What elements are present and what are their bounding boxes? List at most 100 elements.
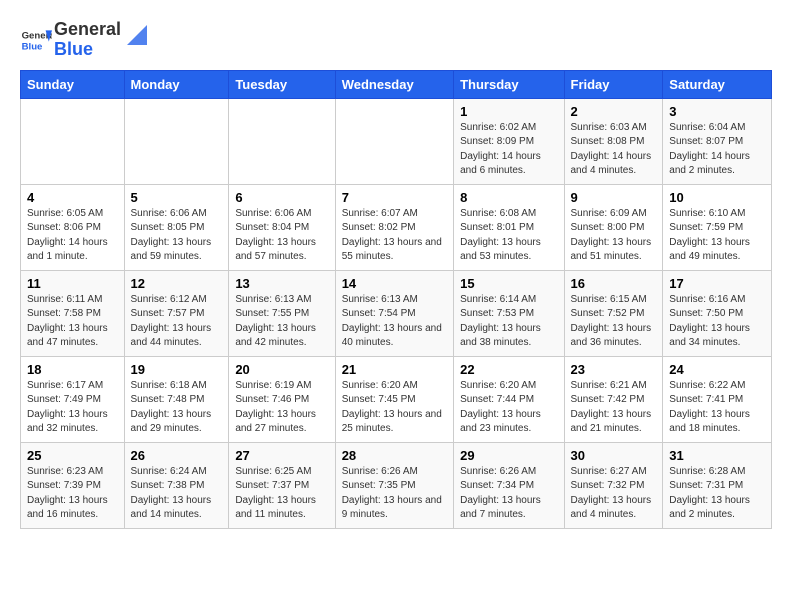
day-cell: 8 Sunrise: 6:08 AM Sunset: 8:01 PM Daylig… xyxy=(454,184,564,270)
day-number: 31 xyxy=(669,448,765,463)
day-number: 19 xyxy=(131,362,223,377)
day-info: Sunrise: 6:02 AM Sunset: 8:09 PM Dayligh… xyxy=(460,121,557,179)
day-number: 22 xyxy=(460,362,557,377)
column-header-wednesday: Wednesday xyxy=(335,70,453,98)
day-cell: 29 Sunrise: 6:26 AM Sunset: 7:34 PM Dayli… xyxy=(454,442,564,528)
day-info: Sunrise: 6:27 AM Sunset: 7:32 PM Dayligh… xyxy=(571,465,657,523)
day-number: 11 xyxy=(27,276,118,291)
day-cell: 12 Sunrise: 6:12 AM Sunset: 7:57 PM Dayli… xyxy=(124,270,229,356)
day-cell: 16Sunrise: 6:15 AM Sunset: 7:52 PM Dayli… xyxy=(564,270,663,356)
column-header-monday: Monday xyxy=(124,70,229,98)
day-info: Sunrise: 6:20 AM Sunset: 7:45 PM Dayligh… xyxy=(342,379,447,437)
column-header-saturday: Saturday xyxy=(663,70,772,98)
day-number: 24 xyxy=(669,362,765,377)
day-info: Sunrise: 6:16 AM Sunset: 7:50 PM Dayligh… xyxy=(669,293,765,351)
day-number: 4 xyxy=(27,190,118,205)
day-number: 29 xyxy=(460,448,557,463)
day-info: Sunrise: 6:18 AM Sunset: 7:48 PM Dayligh… xyxy=(131,379,223,437)
day-number: 20 xyxy=(235,362,328,377)
day-cell: 23 Sunrise: 6:21 AM Sunset: 7:42 PM Dayli… xyxy=(564,356,663,442)
day-info: Sunrise: 6:24 AM Sunset: 7:38 PM Dayligh… xyxy=(131,465,223,523)
day-info: Sunrise: 6:28 AM Sunset: 7:31 PM Dayligh… xyxy=(669,465,765,523)
day-number: 3 xyxy=(669,104,765,119)
day-cell: 25 Sunrise: 6:23 AM Sunset: 7:39 PM Dayli… xyxy=(21,442,125,528)
day-cell: 31 Sunrise: 6:28 AM Sunset: 7:31 PM Dayli… xyxy=(663,442,772,528)
logo-triangle-icon xyxy=(123,21,151,49)
day-number: 17 xyxy=(669,276,765,291)
column-header-tuesday: Tuesday xyxy=(229,70,335,98)
day-cell: 9 Sunrise: 6:09 AM Sunset: 8:00 PM Daylig… xyxy=(564,184,663,270)
day-cell: 15Sunrise: 6:14 AM Sunset: 7:53 PM Dayli… xyxy=(454,270,564,356)
day-number: 28 xyxy=(342,448,447,463)
logo-icon: General Blue xyxy=(20,24,52,56)
logo-blue: Blue xyxy=(54,40,121,60)
day-cell: 26 Sunrise: 6:24 AM Sunset: 7:38 PM Dayli… xyxy=(124,442,229,528)
day-info: Sunrise: 6:07 AM Sunset: 8:02 PM Dayligh… xyxy=(342,207,447,265)
day-info: Sunrise: 6:23 AM Sunset: 7:39 PM Dayligh… xyxy=(27,465,118,523)
calendar-table: SundayMondayTuesdayWednesdayThursdayFrid… xyxy=(20,70,772,529)
day-number: 25 xyxy=(27,448,118,463)
header-row: SundayMondayTuesdayWednesdayThursdayFrid… xyxy=(21,70,772,98)
day-cell: 5 Sunrise: 6:06 AM Sunset: 8:05 PM Daylig… xyxy=(124,184,229,270)
day-number: 6 xyxy=(235,190,328,205)
logo: General Blue General Blue xyxy=(20,20,151,60)
day-info: Sunrise: 6:03 AM Sunset: 8:08 PM Dayligh… xyxy=(571,121,657,179)
day-cell: 3 Sunrise: 6:04 AM Sunset: 8:07 PM Daylig… xyxy=(663,98,772,184)
day-info: Sunrise: 6:26 AM Sunset: 7:34 PM Dayligh… xyxy=(460,465,557,523)
day-number: 7 xyxy=(342,190,447,205)
day-cell: 30 Sunrise: 6:27 AM Sunset: 7:32 PM Dayli… xyxy=(564,442,663,528)
day-info: Sunrise: 6:13 AM Sunset: 7:54 PM Dayligh… xyxy=(342,293,447,351)
day-info: Sunrise: 6:10 AM Sunset: 7:59 PM Dayligh… xyxy=(669,207,765,265)
day-number: 12 xyxy=(131,276,223,291)
day-cell: 17 Sunrise: 6:16 AM Sunset: 7:50 PM Dayli… xyxy=(663,270,772,356)
calendar-header: SundayMondayTuesdayWednesdayThursdayFrid… xyxy=(21,70,772,98)
day-number: 2 xyxy=(571,104,657,119)
day-cell xyxy=(229,98,335,184)
day-info: Sunrise: 6:17 AM Sunset: 7:49 PM Dayligh… xyxy=(27,379,118,437)
day-info: Sunrise: 6:22 AM Sunset: 7:41 PM Dayligh… xyxy=(669,379,765,437)
day-cell: 2 Sunrise: 6:03 AM Sunset: 8:08 PM Daylig… xyxy=(564,98,663,184)
day-number: 27 xyxy=(235,448,328,463)
day-number: 13 xyxy=(235,276,328,291)
day-cell: 11 Sunrise: 6:11 AM Sunset: 7:58 PM Dayli… xyxy=(21,270,125,356)
day-info: Sunrise: 6:06 AM Sunset: 8:04 PM Dayligh… xyxy=(235,207,328,265)
day-info: Sunrise: 6:19 AM Sunset: 7:46 PM Dayligh… xyxy=(235,379,328,437)
column-header-thursday: Thursday xyxy=(454,70,564,98)
day-number: 10 xyxy=(669,190,765,205)
day-cell: 6 Sunrise: 6:06 AM Sunset: 8:04 PM Daylig… xyxy=(229,184,335,270)
day-cell: 4 Sunrise: 6:05 AM Sunset: 8:06 PM Daylig… xyxy=(21,184,125,270)
day-info: Sunrise: 6:09 AM Sunset: 8:00 PM Dayligh… xyxy=(571,207,657,265)
week-row-1: 1 Sunrise: 6:02 AM Sunset: 8:09 PM Daylig… xyxy=(21,98,772,184)
day-number: 8 xyxy=(460,190,557,205)
day-cell xyxy=(21,98,125,184)
day-info: Sunrise: 6:04 AM Sunset: 8:07 PM Dayligh… xyxy=(669,121,765,179)
day-number: 5 xyxy=(131,190,223,205)
day-info: Sunrise: 6:21 AM Sunset: 7:42 PM Dayligh… xyxy=(571,379,657,437)
logo-general: General xyxy=(54,20,121,40)
day-cell: 13 Sunrise: 6:13 AM Sunset: 7:55 PM Dayli… xyxy=(229,270,335,356)
day-info: Sunrise: 6:20 AM Sunset: 7:44 PM Dayligh… xyxy=(460,379,557,437)
day-info: Sunrise: 6:11 AM Sunset: 7:58 PM Dayligh… xyxy=(27,293,118,351)
week-row-4: 18Sunrise: 6:17 AM Sunset: 7:49 PM Dayli… xyxy=(21,356,772,442)
day-cell: 24 Sunrise: 6:22 AM Sunset: 7:41 PM Dayli… xyxy=(663,356,772,442)
day-cell: 7 Sunrise: 6:07 AM Sunset: 8:02 PM Daylig… xyxy=(335,184,453,270)
day-number: 23 xyxy=(571,362,657,377)
day-cell: 19 Sunrise: 6:18 AM Sunset: 7:48 PM Dayli… xyxy=(124,356,229,442)
day-cell: 14 Sunrise: 6:13 AM Sunset: 7:54 PM Dayli… xyxy=(335,270,453,356)
svg-text:Blue: Blue xyxy=(22,41,43,52)
day-info: Sunrise: 6:08 AM Sunset: 8:01 PM Dayligh… xyxy=(460,207,557,265)
day-info: Sunrise: 6:05 AM Sunset: 8:06 PM Dayligh… xyxy=(27,207,118,265)
day-info: Sunrise: 6:13 AM Sunset: 7:55 PM Dayligh… xyxy=(235,293,328,351)
day-info: Sunrise: 6:15 AM Sunset: 7:52 PM Dayligh… xyxy=(571,293,657,351)
day-info: Sunrise: 6:12 AM Sunset: 7:57 PM Dayligh… xyxy=(131,293,223,351)
day-number: 14 xyxy=(342,276,447,291)
day-number: 30 xyxy=(571,448,657,463)
week-row-3: 11 Sunrise: 6:11 AM Sunset: 7:58 PM Dayli… xyxy=(21,270,772,356)
day-number: 9 xyxy=(571,190,657,205)
day-number: 1 xyxy=(460,104,557,119)
day-cell: 27Sunrise: 6:25 AM Sunset: 7:37 PM Dayli… xyxy=(229,442,335,528)
day-info: Sunrise: 6:06 AM Sunset: 8:05 PM Dayligh… xyxy=(131,207,223,265)
day-number: 26 xyxy=(131,448,223,463)
day-info: Sunrise: 6:26 AM Sunset: 7:35 PM Dayligh… xyxy=(342,465,447,523)
column-header-friday: Friday xyxy=(564,70,663,98)
